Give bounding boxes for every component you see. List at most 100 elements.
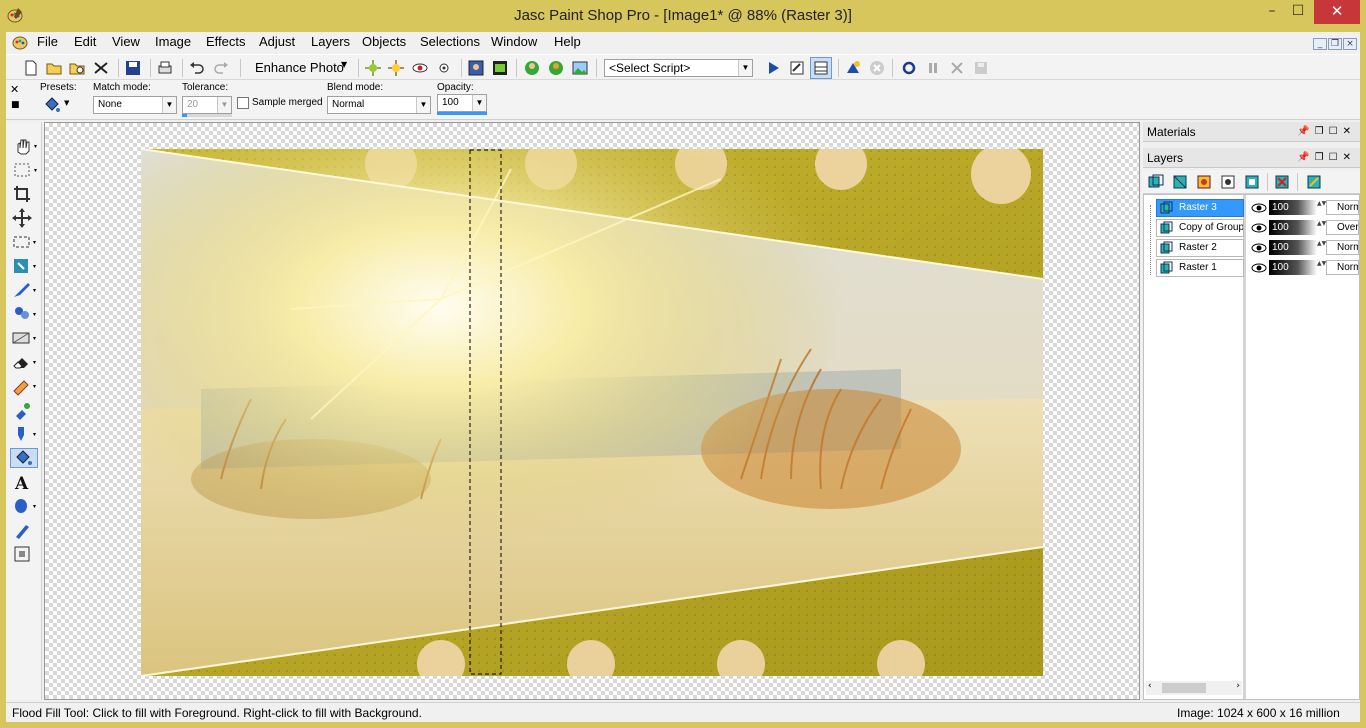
layer-opacity-slider[interactable]: 100 [1269, 200, 1317, 215]
visibility-eye-icon[interactable] [1251, 221, 1267, 235]
print-icon[interactable] [156, 59, 174, 77]
chevron-left-icon[interactable]: ‹ [1148, 681, 1152, 691]
new-art-media-layer-icon[interactable] [1195, 173, 1213, 191]
chevron-down-icon[interactable]: ▼ [64, 99, 69, 107]
text-tool-icon[interactable]: A [10, 472, 38, 492]
open-folder-icon[interactable] [45, 59, 63, 77]
menu-effects[interactable]: Effects [206, 34, 246, 49]
opacity-spinner[interactable]: ▲▼ [1317, 200, 1326, 215]
scan-icon[interactable] [92, 59, 110, 77]
red-eye-icon[interactable] [411, 59, 429, 77]
menu-view[interactable]: View [112, 34, 140, 49]
pin-icon[interactable]: ■ [11, 100, 20, 110]
layer-opacity-slider[interactable]: 100 [1269, 220, 1317, 235]
paint-brush-icon[interactable]: ▾ [10, 280, 38, 300]
pen-tool-icon[interactable] [10, 520, 38, 540]
match-mode-select[interactable]: None ▼ [93, 96, 177, 114]
blend-mode-select[interactable]: Normal ▼ [327, 96, 431, 114]
menu-window[interactable]: Window [491, 34, 537, 49]
clarify-icon[interactable] [387, 59, 405, 77]
deform-icon[interactable]: ▾ [10, 256, 38, 276]
person-green-icon[interactable] [523, 59, 541, 77]
layer-blend-mode[interactable]: Over [1326, 220, 1359, 235]
new-adjustment-layer-icon[interactable] [1243, 173, 1261, 191]
menu-file[interactable]: File [37, 34, 58, 49]
crop-icon[interactable] [10, 184, 38, 204]
opacity-spinner[interactable]: ▲▼ [1317, 240, 1326, 255]
pan-hand-icon[interactable]: ▾ [10, 136, 38, 156]
person-orange-icon[interactable] [547, 59, 565, 77]
layer-row-raster-2[interactable]: Raster 2 [1156, 239, 1244, 257]
undo-icon[interactable] [188, 59, 206, 77]
one-step-photo-fix-icon[interactable] [364, 59, 382, 77]
panel-controls[interactable]: 📌❐☐✕ [1297, 148, 1356, 168]
enhance-photo-button[interactable]: Enhance Photo [255, 60, 344, 75]
mdi-minimize-button[interactable]: _ [1313, 38, 1327, 50]
pause-icon[interactable] [924, 59, 942, 77]
panel-controls[interactable]: 📌❐☐✕ [1297, 122, 1356, 142]
flood-fill-tool[interactable] [10, 448, 38, 468]
airbrush-icon[interactable]: ▾ [10, 424, 38, 444]
interactive-script-toggle[interactable] [810, 57, 832, 79]
new-file-icon[interactable] [22, 59, 40, 77]
save-icon[interactable] [124, 59, 142, 77]
save-record-icon[interactable] [972, 59, 990, 77]
chevron-down-icon[interactable]: ▼ [341, 60, 347, 69]
layers-panel-header[interactable]: Layers 📌❐☐✕ [1143, 148, 1360, 168]
chevron-right-icon[interactable]: › [1236, 681, 1240, 691]
layer-opacity-slider[interactable]: 100 [1269, 240, 1317, 255]
layer-row-copy-of-group[interactable]: Copy of Group [1156, 219, 1244, 237]
run-script-icon[interactable] [764, 59, 782, 77]
minimize-button[interactable]: – [1258, 0, 1286, 24]
visibility-eye-icon[interactable] [1251, 201, 1267, 215]
menu-objects[interactable]: Objects [362, 34, 406, 49]
new-vector-layer-icon[interactable] [1171, 173, 1189, 191]
close-icon[interactable]: ✕ [10, 83, 19, 96]
mdi-restore-button[interactable]: ❐ [1328, 38, 1342, 50]
ellipse-shape-icon[interactable]: ▾ [10, 496, 38, 516]
delete-layer-icon[interactable] [1273, 173, 1291, 191]
materials-panel-header[interactable]: Materials 📌❐☐✕ [1143, 122, 1360, 142]
selection-marquee-icon[interactable]: ▾ [10, 160, 38, 180]
landscape-icon[interactable] [571, 59, 589, 77]
picture-tube-icon[interactable] [10, 400, 38, 420]
menu-help[interactable]: Help [554, 34, 581, 49]
sample-merged-checkbox[interactable] [237, 97, 249, 109]
move-icon[interactable] [10, 208, 38, 228]
layer-row-raster-1[interactable]: Raster 1 [1156, 259, 1244, 277]
clone-brush-icon[interactable]: ▾ [10, 304, 38, 324]
new-mask-layer-icon[interactable] [1219, 173, 1237, 191]
maximize-button[interactable]: ☐ [1284, 0, 1312, 24]
layer-properties-icon[interactable] [1305, 173, 1323, 191]
run-batch-icon[interactable] [844, 59, 862, 77]
edit-script-icon[interactable] [788, 59, 806, 77]
scrollbar-thumb[interactable] [1162, 683, 1206, 693]
cancel-record-icon[interactable] [948, 59, 966, 77]
image-canvas[interactable] [44, 122, 1140, 700]
tolerance-input[interactable]: 20 ▼ [182, 96, 232, 114]
film-icon[interactable] [491, 59, 509, 77]
layer-opacity-slider[interactable]: 100 [1269, 260, 1317, 275]
layer-blend-mode[interactable]: Norm [1326, 200, 1359, 215]
flood-fill-preset-icon[interactable] [42, 96, 62, 114]
portrait-icon[interactable] [467, 59, 485, 77]
background-eraser-icon[interactable]: ▾ [10, 376, 38, 396]
close-button[interactable]: ✕ [1314, 0, 1360, 24]
layers-horizontal-scrollbar[interactable]: ‹ › [1146, 681, 1242, 695]
purple-fringe-icon[interactable] [435, 59, 453, 77]
document-icon[interactable] [10, 33, 30, 51]
layer-row-raster-3[interactable]: Raster 3 [1156, 199, 1244, 217]
eraser-icon[interactable]: ▾ [10, 352, 38, 372]
visibility-eye-icon[interactable] [1251, 241, 1267, 255]
new-raster-layer-icon[interactable] [1147, 173, 1165, 191]
redo-icon[interactable] [212, 59, 230, 77]
layer-blend-mode[interactable]: Norm [1326, 260, 1359, 275]
opacity-spinner[interactable]: ▲▼ [1317, 220, 1326, 235]
menu-layers[interactable]: Layers [311, 34, 350, 49]
browse-icon[interactable] [68, 59, 86, 77]
menu-image[interactable]: Image [155, 34, 191, 49]
beach-artwork-image[interactable] [141, 149, 1043, 676]
menu-selections[interactable]: Selections [420, 34, 480, 49]
stop-script-icon[interactable] [868, 59, 886, 77]
select-script-dropdown[interactable]: <Select Script> ▼ [604, 59, 753, 77]
